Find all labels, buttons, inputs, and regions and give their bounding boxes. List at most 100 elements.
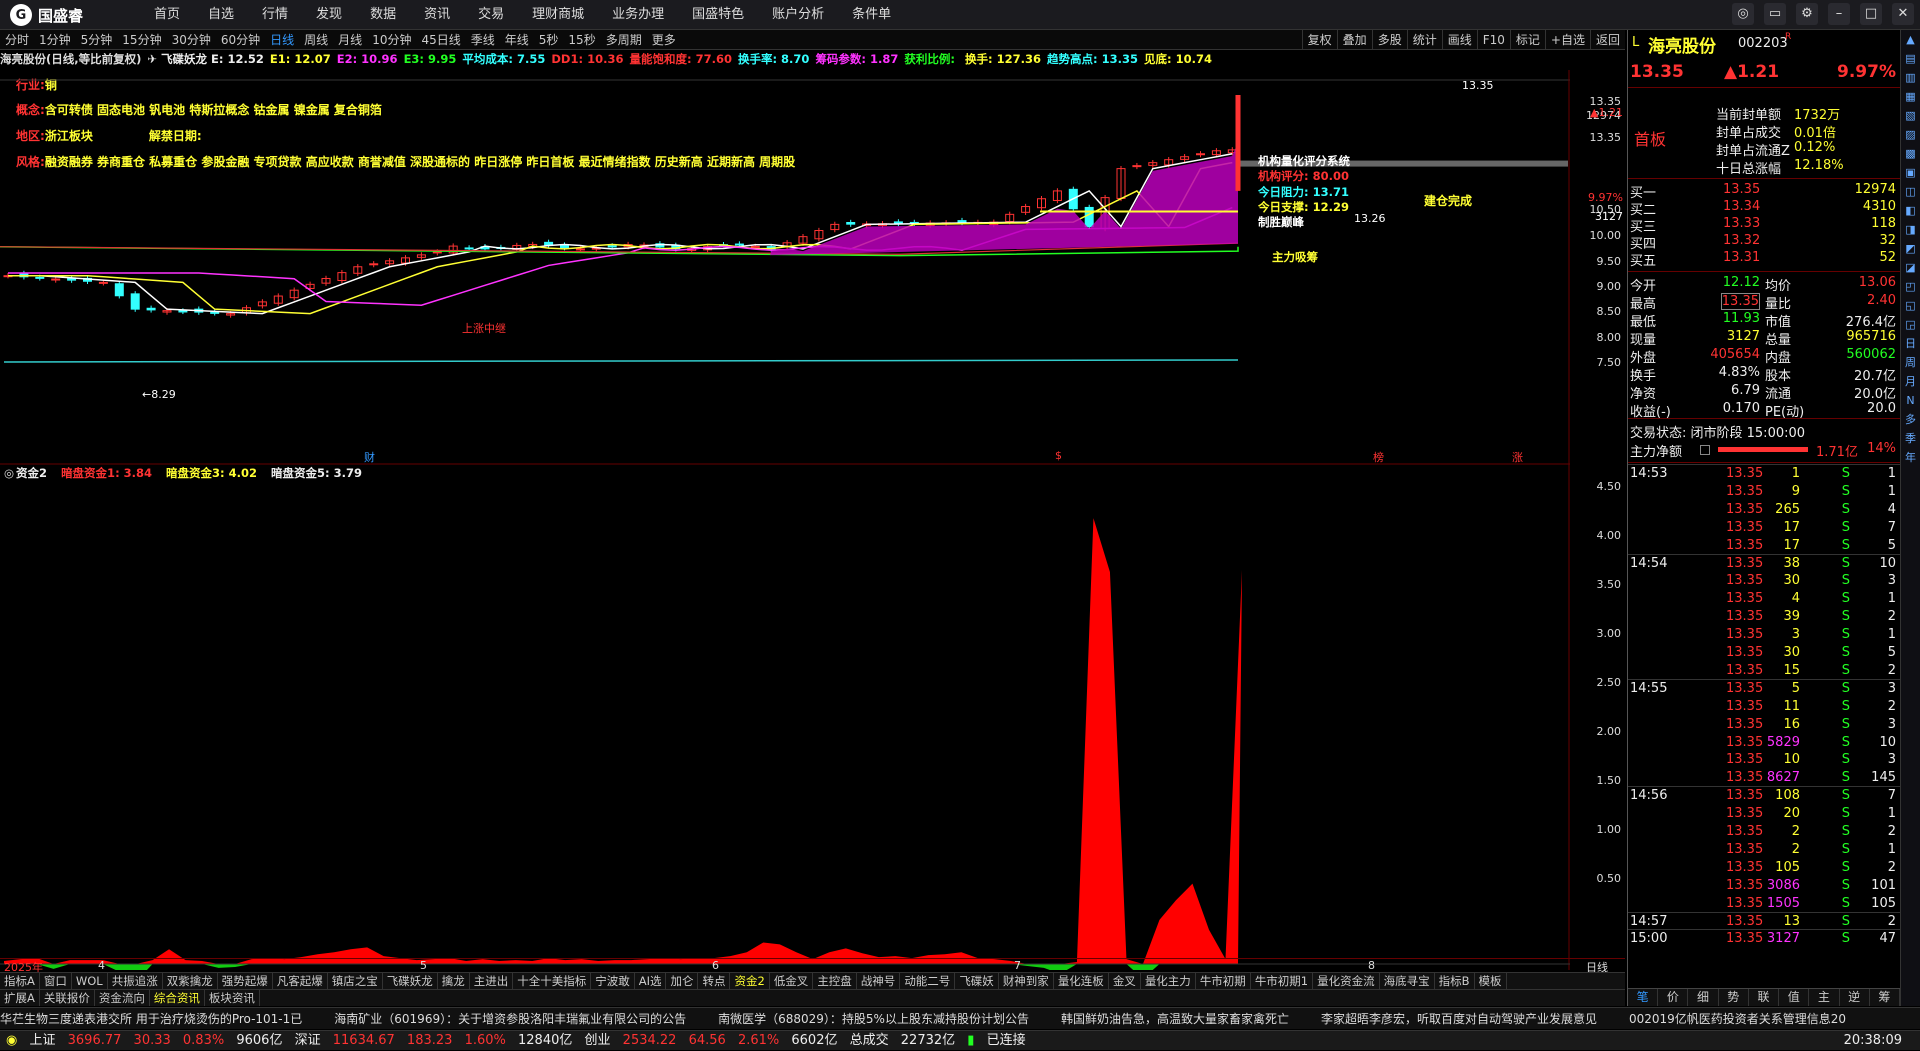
- chart-tool-button[interactable]: F10: [1476, 30, 1510, 50]
- indicator-tab[interactable]: 宁波敢: [591, 973, 635, 989]
- minimize-icon[interactable]: –: [1828, 3, 1850, 25]
- indicator-tab[interactable]: 模板: [1475, 973, 1507, 989]
- panel-tab[interactable]: 联: [1749, 989, 1780, 1006]
- indicator-tab[interactable]: 主控盘: [813, 973, 857, 989]
- chart-tool-button[interactable]: 叠加: [1336, 30, 1372, 50]
- indicator-tab[interactable]: 动能二号: [900, 973, 956, 989]
- panel-tab[interactable]: 价: [1658, 989, 1689, 1006]
- indicator-tab[interactable]: 强势起爆: [218, 973, 273, 989]
- news-item[interactable]: 华芢生物三度递表港交所 用于治疗烧烫伤的Pro-101-1已: [0, 1008, 302, 1029]
- period-tab[interactable]: 45日线: [416, 30, 465, 49]
- indicator-tab[interactable]: 量化资金流: [1313, 973, 1380, 989]
- side-tool-icon[interactable]: ◪: [1901, 258, 1920, 277]
- side-tool-icon[interactable]: ▦: [1901, 87, 1920, 106]
- panel-tab[interactable]: 细: [1688, 989, 1719, 1006]
- indicator-tab[interactable]: 资金2: [730, 973, 770, 989]
- period-tab[interactable]: 日线: [265, 30, 299, 49]
- info-tab[interactable]: 扩展A: [0, 990, 40, 1006]
- info-tab[interactable]: 关联报价: [40, 990, 95, 1006]
- side-tool-icon[interactable]: ◧: [1901, 201, 1920, 220]
- menu-item[interactable]: 交易: [464, 0, 518, 30]
- settings-icon[interactable]: ⚙: [1796, 3, 1818, 25]
- news-item[interactable]: 002019亿帆医药投资者关系管理信息20: [1629, 1008, 1846, 1029]
- period-tab[interactable]: 60分钟: [216, 30, 265, 49]
- menu-item[interactable]: 业务办理: [598, 0, 678, 30]
- side-tool-icon[interactable]: ▥: [1901, 68, 1920, 87]
- period-tab[interactable]: 季线: [466, 30, 500, 49]
- indicator-tab[interactable]: 窗口: [40, 973, 72, 989]
- indicator-tab[interactable]: 转点: [698, 973, 731, 989]
- indicator-tab[interactable]: 低金叉: [770, 973, 814, 989]
- period-tab[interactable]: 分时: [0, 30, 34, 49]
- indicator-tab[interactable]: 量化主力: [1141, 973, 1196, 989]
- info-tab[interactable]: 综合资讯: [150, 990, 205, 1006]
- indicator-tab[interactable]: 共振追涨: [108, 973, 163, 989]
- indicator-tab[interactable]: 金叉: [1109, 973, 1141, 989]
- menu-item[interactable]: 数据: [356, 0, 410, 30]
- indicator-tab[interactable]: 主进出: [470, 973, 514, 989]
- chart-tool-button[interactable]: 统计: [1406, 30, 1442, 50]
- menu-item[interactable]: 账户分析: [758, 0, 838, 30]
- menu-item[interactable]: 条件单: [838, 0, 905, 30]
- period-tab[interactable]: 更多: [647, 30, 681, 49]
- period-tab[interactable]: 5秒: [534, 30, 564, 49]
- main-net-toggle-icon[interactable]: [1700, 445, 1710, 455]
- side-tool-icon[interactable]: ▨: [1901, 125, 1920, 144]
- side-tool-icon[interactable]: ▩: [1901, 144, 1920, 163]
- menu-item[interactable]: 国盛特色: [678, 0, 758, 30]
- menu-item[interactable]: 发现: [302, 0, 356, 30]
- menu-item[interactable]: 资讯: [410, 0, 464, 30]
- chart-tool-button[interactable]: 多股: [1371, 30, 1407, 50]
- indicator-tab[interactable]: 战神号: [857, 973, 901, 989]
- period-tab[interactable]: 30分钟: [167, 30, 216, 49]
- chart-tool-button[interactable]: 复权: [1301, 30, 1337, 50]
- menu-item[interactable]: 理财商城: [518, 0, 598, 30]
- indicator-tab[interactable]: 牛市初期1: [1251, 973, 1314, 989]
- indicator-tab[interactable]: 擒龙: [438, 973, 470, 989]
- period-tab[interactable]: 1分钟: [34, 30, 76, 49]
- indicator-tab[interactable]: 指标A: [0, 973, 40, 989]
- menu-item[interactable]: 自选: [194, 0, 248, 30]
- side-tool-icon[interactable]: ◫: [1901, 182, 1920, 201]
- indicator-tab[interactable]: 十全十美指标: [513, 973, 592, 989]
- info-tab[interactable]: 板块资讯: [205, 990, 260, 1006]
- period-tab[interactable]: 年线: [500, 30, 534, 49]
- side-tool-icon[interactable]: ◩: [1901, 239, 1920, 258]
- indicator-tab[interactable]: 凡客起爆: [273, 973, 328, 989]
- side-tool-icon[interactable]: ◲: [1901, 315, 1920, 334]
- news-item[interactable]: 海南矿业（601969）：关于增资参股洛阳丰瑞氟业有限公司的公告: [334, 1008, 686, 1029]
- indicator-tab[interactable]: 财神到家: [999, 973, 1054, 989]
- side-period-tab[interactable]: N: [1901, 391, 1920, 410]
- news-item[interactable]: 李家超晤李彦宏，听取百度对自动驾驶产业发展意见: [1321, 1008, 1597, 1029]
- period-tab[interactable]: 15秒: [563, 30, 600, 49]
- indicator-tab[interactable]: 指标B: [1435, 973, 1475, 989]
- chart-tool-button[interactable]: 画线: [1441, 30, 1477, 50]
- period-tab[interactable]: 月线: [333, 30, 367, 49]
- period-tab[interactable]: 周线: [299, 30, 333, 49]
- side-tool-icon[interactable]: ▧: [1901, 106, 1920, 125]
- panel-tab[interactable]: 筹: [1870, 989, 1900, 1006]
- maximize-icon[interactable]: □: [1860, 3, 1882, 25]
- news-item[interactable]: 韩国鲜奶油告急，高温致大量家畜家禽死亡: [1061, 1008, 1289, 1029]
- indicator-tab[interactable]: AI选: [635, 973, 667, 989]
- chart-tool-button[interactable]: 返回: [1589, 30, 1625, 50]
- indicator-tab[interactable]: 量化连板: [1054, 973, 1109, 989]
- side-period-tab[interactable]: 月: [1901, 372, 1920, 391]
- period-tab[interactable]: 5分钟: [76, 30, 118, 49]
- app-logo[interactable]: G 国盛睿: [10, 4, 83, 26]
- indicator-tab[interactable]: WOL: [72, 973, 108, 989]
- panel-tab[interactable]: 值: [1779, 989, 1810, 1006]
- news-item[interactable]: 南微医学（688029）：持股5%以上股东减持股份计划公告: [718, 1008, 1029, 1029]
- close-icon[interactable]: ✕: [1892, 3, 1914, 25]
- indicator-tab[interactable]: 海底寻宝: [1380, 973, 1435, 989]
- side-period-tab[interactable]: 周: [1901, 353, 1920, 372]
- indicator-tab[interactable]: 镇店之宝: [328, 973, 383, 989]
- side-tool-icon[interactable]: ▲: [1901, 30, 1920, 49]
- period-tab[interactable]: 多周期: [601, 30, 647, 49]
- side-period-tab[interactable]: 日: [1901, 334, 1920, 353]
- panel-tab[interactable]: 势: [1719, 989, 1749, 1006]
- chart-tool-button[interactable]: +自选: [1544, 30, 1590, 50]
- menu-item[interactable]: 行情: [248, 0, 302, 30]
- menu-item[interactable]: 首页: [140, 0, 194, 30]
- side-tool-icon[interactable]: ▤: [1901, 49, 1920, 68]
